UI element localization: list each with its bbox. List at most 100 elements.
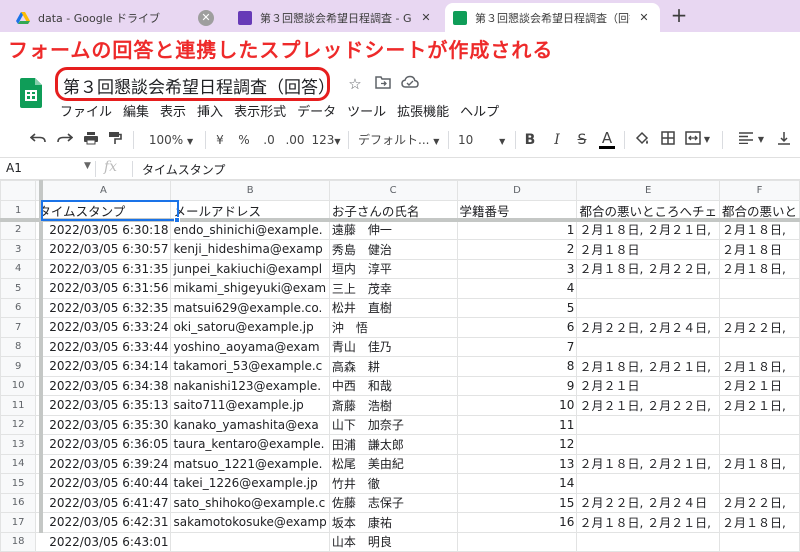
cell[interactable]: 2022/03/05 6:35:30 (35, 414, 172, 435)
cell[interactable]: nakanishi123@example. (170, 375, 330, 396)
cell[interactable]: 坂本 康祐 (328, 512, 458, 533)
cell[interactable] (576, 473, 720, 494)
percent-format-button[interactable]: % (237, 131, 251, 149)
cell[interactable]: sato_shihoko@example.c (170, 492, 330, 513)
cell[interactable] (718, 297, 800, 318)
menu-tools[interactable]: ツール (347, 101, 386, 120)
cell[interactable]: 10 (456, 395, 578, 416)
cell[interactable]: 3 (456, 258, 578, 279)
column-header-a[interactable]: A (35, 180, 172, 201)
formula-input[interactable]: タイムスタンプ (142, 161, 225, 178)
cell[interactable]: ２月２１日 (576, 375, 720, 396)
row-header[interactable]: 2 (0, 219, 37, 240)
cell[interactable]: ２月１８日 (576, 239, 720, 260)
row-header[interactable]: 13 (0, 434, 37, 455)
cell[interactable] (576, 434, 720, 455)
move-folder-icon[interactable] (374, 75, 392, 93)
cell[interactable]: ２月１８日, (718, 512, 800, 533)
cell[interactable]: ２月２２日, ２月２４日, (576, 317, 720, 338)
cell[interactable]: 高森 耕 (328, 356, 458, 377)
paint-format-icon[interactable] (108, 131, 122, 149)
column-header-b[interactable]: B (170, 180, 330, 201)
cell[interactable]: 2022/03/05 6:34:38 (35, 375, 172, 396)
cell[interactable]: 14 (456, 473, 578, 494)
cell[interactable]: 2022/03/05 6:42:31 (35, 512, 172, 533)
redo-icon[interactable] (57, 131, 74, 149)
merge-cells-icon[interactable] (685, 131, 701, 149)
cell[interactable]: 2022/03/05 6:32:35 (35, 297, 172, 318)
cell[interactable]: 2022/03/05 6:30:18 (35, 219, 172, 240)
cell[interactable]: 4 (456, 278, 578, 299)
tab-google-drive[interactable]: data - Google ドライブ ✕ (8, 3, 222, 32)
spreadsheet-grid[interactable]: A B C D E F 1 タイムスタンプ メールアドレス お子さんの氏名 学籍… (0, 180, 800, 552)
undo-icon[interactable] (29, 131, 46, 149)
row-header[interactable]: 6 (0, 297, 37, 318)
menu-extensions[interactable]: 拡張機能 (397, 101, 449, 120)
cell[interactable]: 12 (456, 434, 578, 455)
cell[interactable] (170, 531, 330, 552)
cell[interactable]: ２月１８日, ２月２１日, (576, 453, 720, 474)
column-header-d[interactable]: D (456, 180, 578, 201)
cell[interactable]: 沖 悟 (328, 317, 458, 338)
cell[interactable]: 垣内 淳平 (328, 258, 458, 279)
cell[interactable]: 11 (456, 414, 578, 435)
cell[interactable]: ２月１８日, (718, 453, 800, 474)
row-header[interactable]: 1 (0, 199, 37, 221)
cell[interactable]: 秀島 健治 (328, 239, 458, 260)
italic-button[interactable]: I (550, 131, 564, 149)
cell[interactable]: ２月１８日, ２月２２日, (576, 258, 720, 279)
menu-help[interactable]: ヘルプ (460, 101, 499, 120)
cell[interactable]: mikami_shigeyuki@exam (170, 278, 330, 299)
cloud-saved-icon[interactable] (401, 75, 419, 93)
more-formats-button[interactable]: 123▼ (310, 131, 342, 149)
cell[interactable]: takei_1226@example.jp (170, 473, 330, 494)
align-horizontal-icon[interactable] (738, 131, 754, 149)
currency-format-button[interactable]: ¥ (213, 131, 227, 149)
row-header[interactable]: 12 (0, 414, 37, 435)
row-header[interactable]: 10 (0, 375, 37, 396)
star-icon[interactable]: ☆ (346, 75, 364, 93)
cell[interactable]: 山下 加奈子 (328, 414, 458, 435)
column-header-e[interactable]: E (576, 180, 720, 201)
cell[interactable]: matsuo_1221@example. (170, 453, 330, 474)
cell[interactable]: 1 (456, 219, 578, 240)
cell[interactable]: メールアドレス (170, 199, 330, 221)
cell[interactable] (718, 531, 800, 552)
cell[interactable]: 15 (456, 492, 578, 513)
cell[interactable]: 松尾 美由紀 (328, 453, 458, 474)
cell[interactable]: matsui629@example.co. (170, 297, 330, 318)
font-size-select[interactable]: 10 ▼ (458, 131, 508, 149)
cell[interactable]: 2022/03/05 6:33:24 (35, 317, 172, 338)
bold-button[interactable]: B (523, 131, 537, 149)
print-icon[interactable] (83, 131, 99, 149)
cell[interactable]: ２月２１日, (718, 395, 800, 416)
cell[interactable]: 田浦 謙太郎 (328, 434, 458, 455)
cell[interactable]: ２月１８日, (718, 356, 800, 377)
menu-format[interactable]: 表示形式 (234, 101, 286, 120)
chevron-down-icon[interactable]: ▼ (756, 131, 766, 149)
cell[interactable]: ２月２１日 (718, 375, 800, 396)
cell[interactable] (718, 336, 800, 357)
cell[interactable]: ２月２２日, (718, 492, 800, 513)
close-tab-icon[interactable]: ✕ (418, 10, 434, 26)
cell[interactable]: ２月１８日, (718, 258, 800, 279)
cell[interactable] (718, 414, 800, 435)
cell[interactable]: 2022/03/05 6:40:44 (35, 473, 172, 494)
close-tab-icon[interactable]: ✕ (198, 9, 214, 26)
menu-edit[interactable]: 編集 (123, 101, 149, 120)
cell[interactable]: 13 (456, 453, 578, 474)
cell[interactable] (718, 473, 800, 494)
cell[interactable]: 2022/03/05 6:33:44 (35, 336, 172, 357)
cell[interactable]: 都合の悪いと (718, 199, 800, 221)
cell[interactable] (456, 531, 578, 552)
row-header[interactable]: 3 (0, 239, 37, 260)
menu-insert[interactable]: 挿入 (197, 101, 223, 120)
cell[interactable] (576, 414, 720, 435)
cell[interactable]: 三上 茂幸 (328, 278, 458, 299)
decrease-decimal-button[interactable]: .0 (259, 131, 279, 149)
cell[interactable]: 2022/03/05 6:39:24 (35, 453, 172, 474)
fill-color-icon[interactable] (634, 131, 650, 149)
cell[interactable]: kenji_hideshima@examp (170, 239, 330, 260)
cell[interactable]: 7 (456, 336, 578, 357)
menu-data[interactable]: データ (297, 101, 336, 120)
